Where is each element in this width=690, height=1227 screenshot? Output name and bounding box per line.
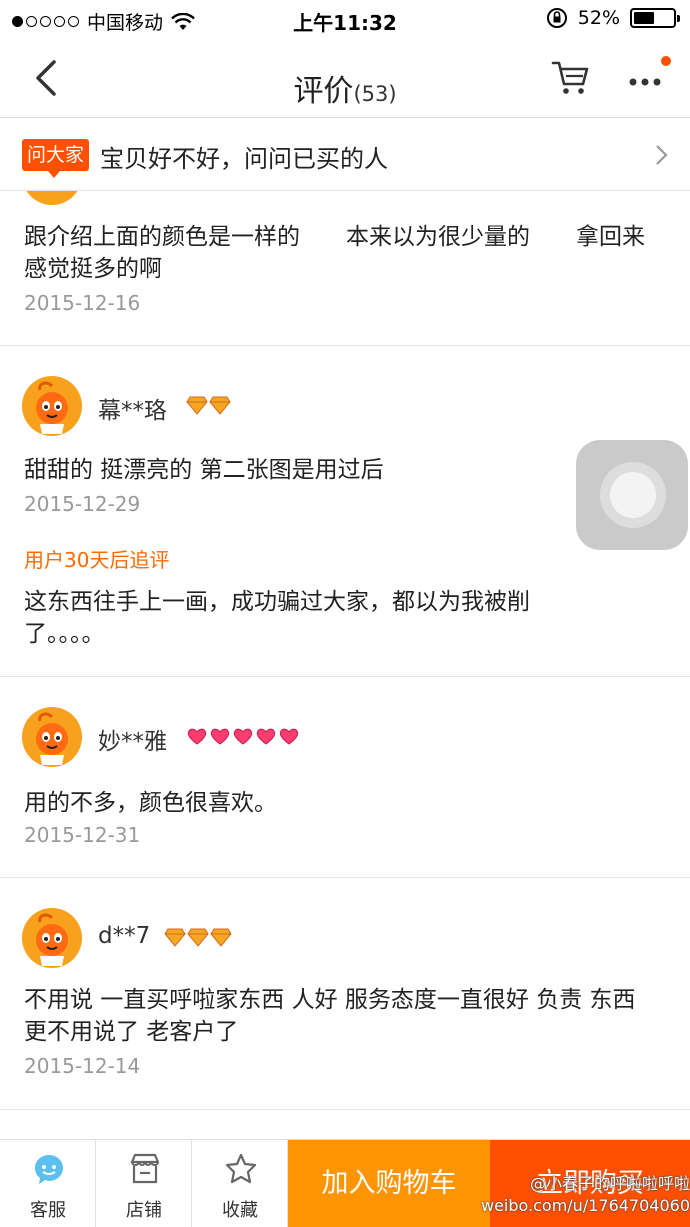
buyer-level-badges (186, 395, 231, 415)
more-icon[interactable] (626, 62, 666, 96)
assistive-touch-button[interactable] (576, 440, 688, 550)
heart-icon (256, 728, 276, 745)
heart-icon (279, 728, 299, 745)
add-to-cart-button[interactable]: 加入购物车 (288, 1140, 490, 1227)
avatar (22, 908, 82, 968)
diamond-icon (210, 928, 232, 947)
review-text: 跟介绍上面的颜色是一样的 本来以为很少量的 拿回来感觉挺多的啊 (24, 224, 645, 282)
review-date: 2015-12-31 (24, 823, 141, 847)
ask-tag: 问大家 (22, 139, 90, 178)
heart-icon (187, 728, 207, 745)
favorite-tab[interactable]: 收藏 (192, 1140, 288, 1227)
battery-icon (630, 8, 680, 28)
buyer-level-badges (186, 726, 300, 746)
watermark-line-1: @小春子的呼啦啦呼啦 (529, 1174, 690, 1193)
avatar (22, 707, 82, 767)
shop-label: 店铺 (126, 1200, 162, 1221)
review-date: 2015-12-16 (24, 291, 141, 315)
avatar (22, 376, 82, 436)
ask-banner[interactable]: 问大家 宝贝好不好，问问已买的人 (0, 119, 690, 191)
cart-icon[interactable] (550, 58, 590, 98)
shop-tab[interactable]: 店铺 (96, 1140, 192, 1227)
mascot-icon (36, 712, 68, 765)
ask-banner-text: 宝贝好不好，问问已买的人 (100, 145, 388, 173)
page-title-text: 评价 (293, 74, 354, 109)
review-item: d**7 不用说 一直买呼啦家东西 人好 服务态度一直很好 负责 东西更不用说了… (0, 878, 690, 1110)
heart-icon (233, 728, 253, 745)
orientation-lock-icon (546, 8, 567, 28)
review-username: 幕**珞 (98, 398, 167, 424)
customer-service-tab[interactable]: 客服 (0, 1140, 96, 1227)
review-username: d**7 (98, 923, 151, 949)
avatar (22, 191, 82, 205)
status-right: 52% (546, 7, 680, 29)
diamond-icon (187, 928, 209, 947)
diamond-icon (186, 396, 208, 415)
notification-dot (661, 56, 671, 66)
review-date: 2015-12-29 (24, 492, 141, 516)
review-text: 甜甜的 挺漂亮的 第二张图是用过后 (24, 457, 384, 483)
weibo-watermark: @小春子的呼啦啦呼啦 weibo.com/u/1764704060 (470, 1173, 690, 1217)
review-count: (53) (353, 82, 397, 106)
heart-icon (210, 728, 230, 745)
review-text: 不用说 一直买呼啦家东西 人好 服务态度一直很好 负责 东西更不用说了 老客户了 (24, 987, 636, 1045)
star-icon (225, 1153, 257, 1184)
chevron-right-icon (656, 145, 668, 165)
review-item: 妙**雅 用的不多，颜色很喜欢。 2015-12-31 (0, 677, 690, 878)
mascot-icon (36, 913, 68, 966)
diamond-icon (209, 396, 231, 415)
followup-text: 这东西往手上一画，成功骗过大家，都以为我被削了。。。。 (24, 589, 530, 647)
customer-service-label: 客服 (30, 1200, 66, 1221)
buyer-level-badges (164, 927, 232, 947)
diamond-icon (164, 928, 186, 947)
battery-fill (634, 12, 654, 24)
review-text: 用的不多，颜色很喜欢。 (24, 790, 277, 816)
battery-percent: 52% (577, 7, 620, 29)
nav-bar: 评价(53) (0, 40, 690, 118)
followup-label: 用户30天后追评 (24, 548, 170, 572)
watermark-line-2: weibo.com/u/1764704060 (480, 1196, 690, 1215)
mascot-icon (36, 381, 68, 434)
shop-icon (130, 1153, 160, 1184)
favorite-label: 收藏 (222, 1200, 258, 1221)
review-date: 2015-12-14 (24, 1054, 141, 1078)
review-item: 跟介绍上面的颜色是一样的 本来以为很少量的 拿回来感觉挺多的啊 2015-12-… (0, 191, 690, 346)
review-username: 妙**雅 (98, 729, 167, 755)
bottom-action-bar: 客服 店铺 收藏 加入购物车 立即购买 @小春子的呼啦啦呼啦 weibo.com… (0, 1139, 690, 1227)
customer-service-icon (35, 1155, 63, 1184)
status-bar: 中国移动 上午11:32 52% (0, 0, 690, 40)
